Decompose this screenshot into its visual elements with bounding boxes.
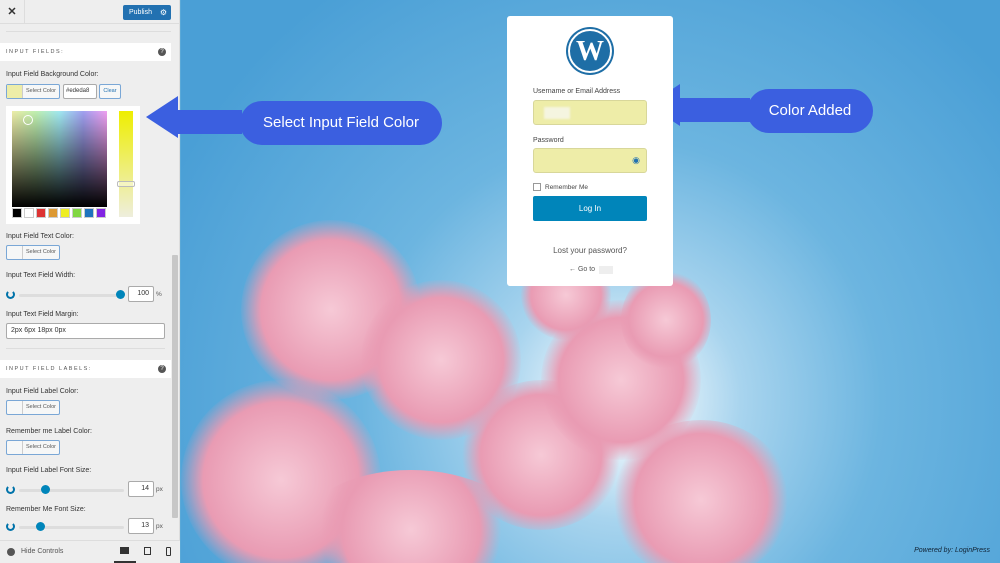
wordpress-logo[interactable]: W [568, 29, 612, 73]
gear-icon[interactable]: ⚙ [160, 5, 167, 20]
callout-select-color: Select Input Field Color [240, 101, 442, 145]
username-input[interactable] [533, 100, 647, 125]
remember-checkbox[interactable] [533, 183, 541, 191]
section-title: INPUT FIELD LABELS: [6, 366, 92, 372]
publish-label: Publish [129, 9, 152, 16]
select-color-label: Select Color [26, 88, 56, 94]
mobile-preview-icon[interactable] [166, 547, 171, 556]
divider [6, 31, 171, 32]
palette-swatch[interactable] [96, 208, 106, 218]
password-input[interactable]: ◉ [533, 148, 647, 173]
width-label: Input Text Field Width: [6, 272, 76, 279]
slider-knob[interactable] [116, 290, 125, 299]
powered-by[interactable]: Powered by: LoginPress [914, 547, 990, 554]
width-slider[interactable] [6, 290, 125, 300]
scrollbar[interactable] [172, 255, 178, 518]
go-to-site-link[interactable]: ← Go to [569, 266, 595, 273]
color-swatch [7, 441, 23, 454]
palette [12, 208, 106, 218]
remember-label: Remember Me [545, 184, 588, 191]
login-form: W Username or Email Address Password ◉ R… [507, 16, 673, 286]
label-size-input[interactable]: 14 [128, 481, 154, 497]
publish-button[interactable]: Publish ⚙ [123, 5, 171, 20]
divider [6, 348, 165, 349]
color-swatch [7, 246, 23, 259]
color-picker [6, 106, 140, 224]
username-label: Username or Email Address [533, 88, 621, 95]
section-title: INPUT FIELDS: [6, 49, 65, 55]
text-select-color-button[interactable]: Select Color [6, 245, 60, 260]
palette-swatch[interactable] [24, 208, 34, 218]
picker-handle[interactable] [23, 115, 33, 125]
margin-input[interactable]: 2px 6px 18px 0px [6, 323, 165, 339]
palette-swatch[interactable] [48, 208, 58, 218]
remember-size-slider[interactable] [6, 522, 124, 532]
arrow-left-icon [146, 96, 178, 138]
palette-swatch[interactable] [84, 208, 94, 218]
footer-bar: Hide Controls [0, 540, 180, 563]
section-input-field-labels: INPUT FIELD LABELS:? [0, 360, 171, 378]
lost-password-link[interactable]: Lost your password? [507, 246, 673, 255]
clear-button[interactable]: Clear [99, 84, 121, 99]
sidebar-header: ✕ Publish ⚙ [0, 0, 179, 24]
hue-handle[interactable] [117, 181, 135, 187]
hue-slider[interactable] [117, 111, 135, 217]
eye-icon[interactable]: ◉ [632, 155, 640, 166]
slider-knob[interactable] [41, 485, 50, 494]
reset-icon[interactable] [6, 522, 15, 531]
bg-color-label: Input Field Background Color: [6, 71, 99, 78]
blurred-site-name [599, 266, 613, 274]
help-icon[interactable]: ? [158, 365, 166, 373]
text-color-label: Input Field Text Color: [6, 233, 74, 240]
label-color-label: Input Field Label Color: [6, 388, 79, 395]
saturation-area[interactable] [12, 111, 107, 207]
palette-swatch[interactable] [60, 208, 70, 218]
label-select-color-button[interactable]: Select Color [6, 400, 60, 415]
reset-icon[interactable] [6, 290, 15, 299]
width-input[interactable]: 100 [128, 286, 154, 302]
hex-input[interactable]: #ededa8 [63, 84, 97, 99]
select-color-label: Select Color [26, 249, 56, 255]
tablet-preview-icon[interactable] [144, 547, 151, 555]
reset-icon[interactable] [6, 485, 15, 494]
hide-controls-button[interactable]: Hide Controls [21, 548, 63, 555]
help-icon[interactable]: ? [158, 48, 166, 56]
margin-label: Input Text Field Margin: [6, 311, 79, 318]
customizer-sidebar: ✕ Publish ⚙ INPUT FIELDS:? Input Field Ba… [0, 0, 180, 563]
remember-color-label: Remember me Label Color: [6, 428, 92, 435]
palette-swatch[interactable] [72, 208, 82, 218]
color-swatch [7, 85, 23, 98]
password-label: Password [533, 137, 564, 144]
arrow-shaft [678, 98, 750, 122]
arrow-shaft [176, 110, 242, 134]
section-input-fields: INPUT FIELDS:? [0, 43, 171, 61]
remember-size-unit: px [156, 523, 163, 530]
width-unit: % [156, 291, 162, 298]
color-swatch [7, 401, 23, 414]
hide-controls-icon[interactable] [7, 548, 15, 556]
desktop-preview-icon[interactable] [120, 547, 129, 554]
remember-size-label: Remember Me Font Size: [6, 506, 86, 513]
select-color-label: Select Color [26, 404, 56, 410]
blurred-username [544, 107, 570, 119]
select-color-label: Select Color [26, 444, 56, 450]
remember-size-input[interactable]: 13 [128, 518, 154, 534]
login-button[interactable]: Log In [533, 196, 647, 221]
palette-swatch[interactable] [36, 208, 46, 218]
bg-select-color-button[interactable]: Select Color [6, 84, 60, 99]
remember-select-color-button[interactable]: Select Color [6, 440, 60, 455]
label-size-unit: px [156, 486, 163, 493]
label-size-label: Input Field Label Font Size: [6, 467, 92, 474]
slider-knob[interactable] [36, 522, 45, 531]
palette-swatch[interactable] [12, 208, 22, 218]
callout-color-added: Color Added [747, 89, 873, 133]
close-button[interactable]: ✕ [0, 0, 25, 24]
label-size-slider[interactable] [6, 485, 124, 495]
